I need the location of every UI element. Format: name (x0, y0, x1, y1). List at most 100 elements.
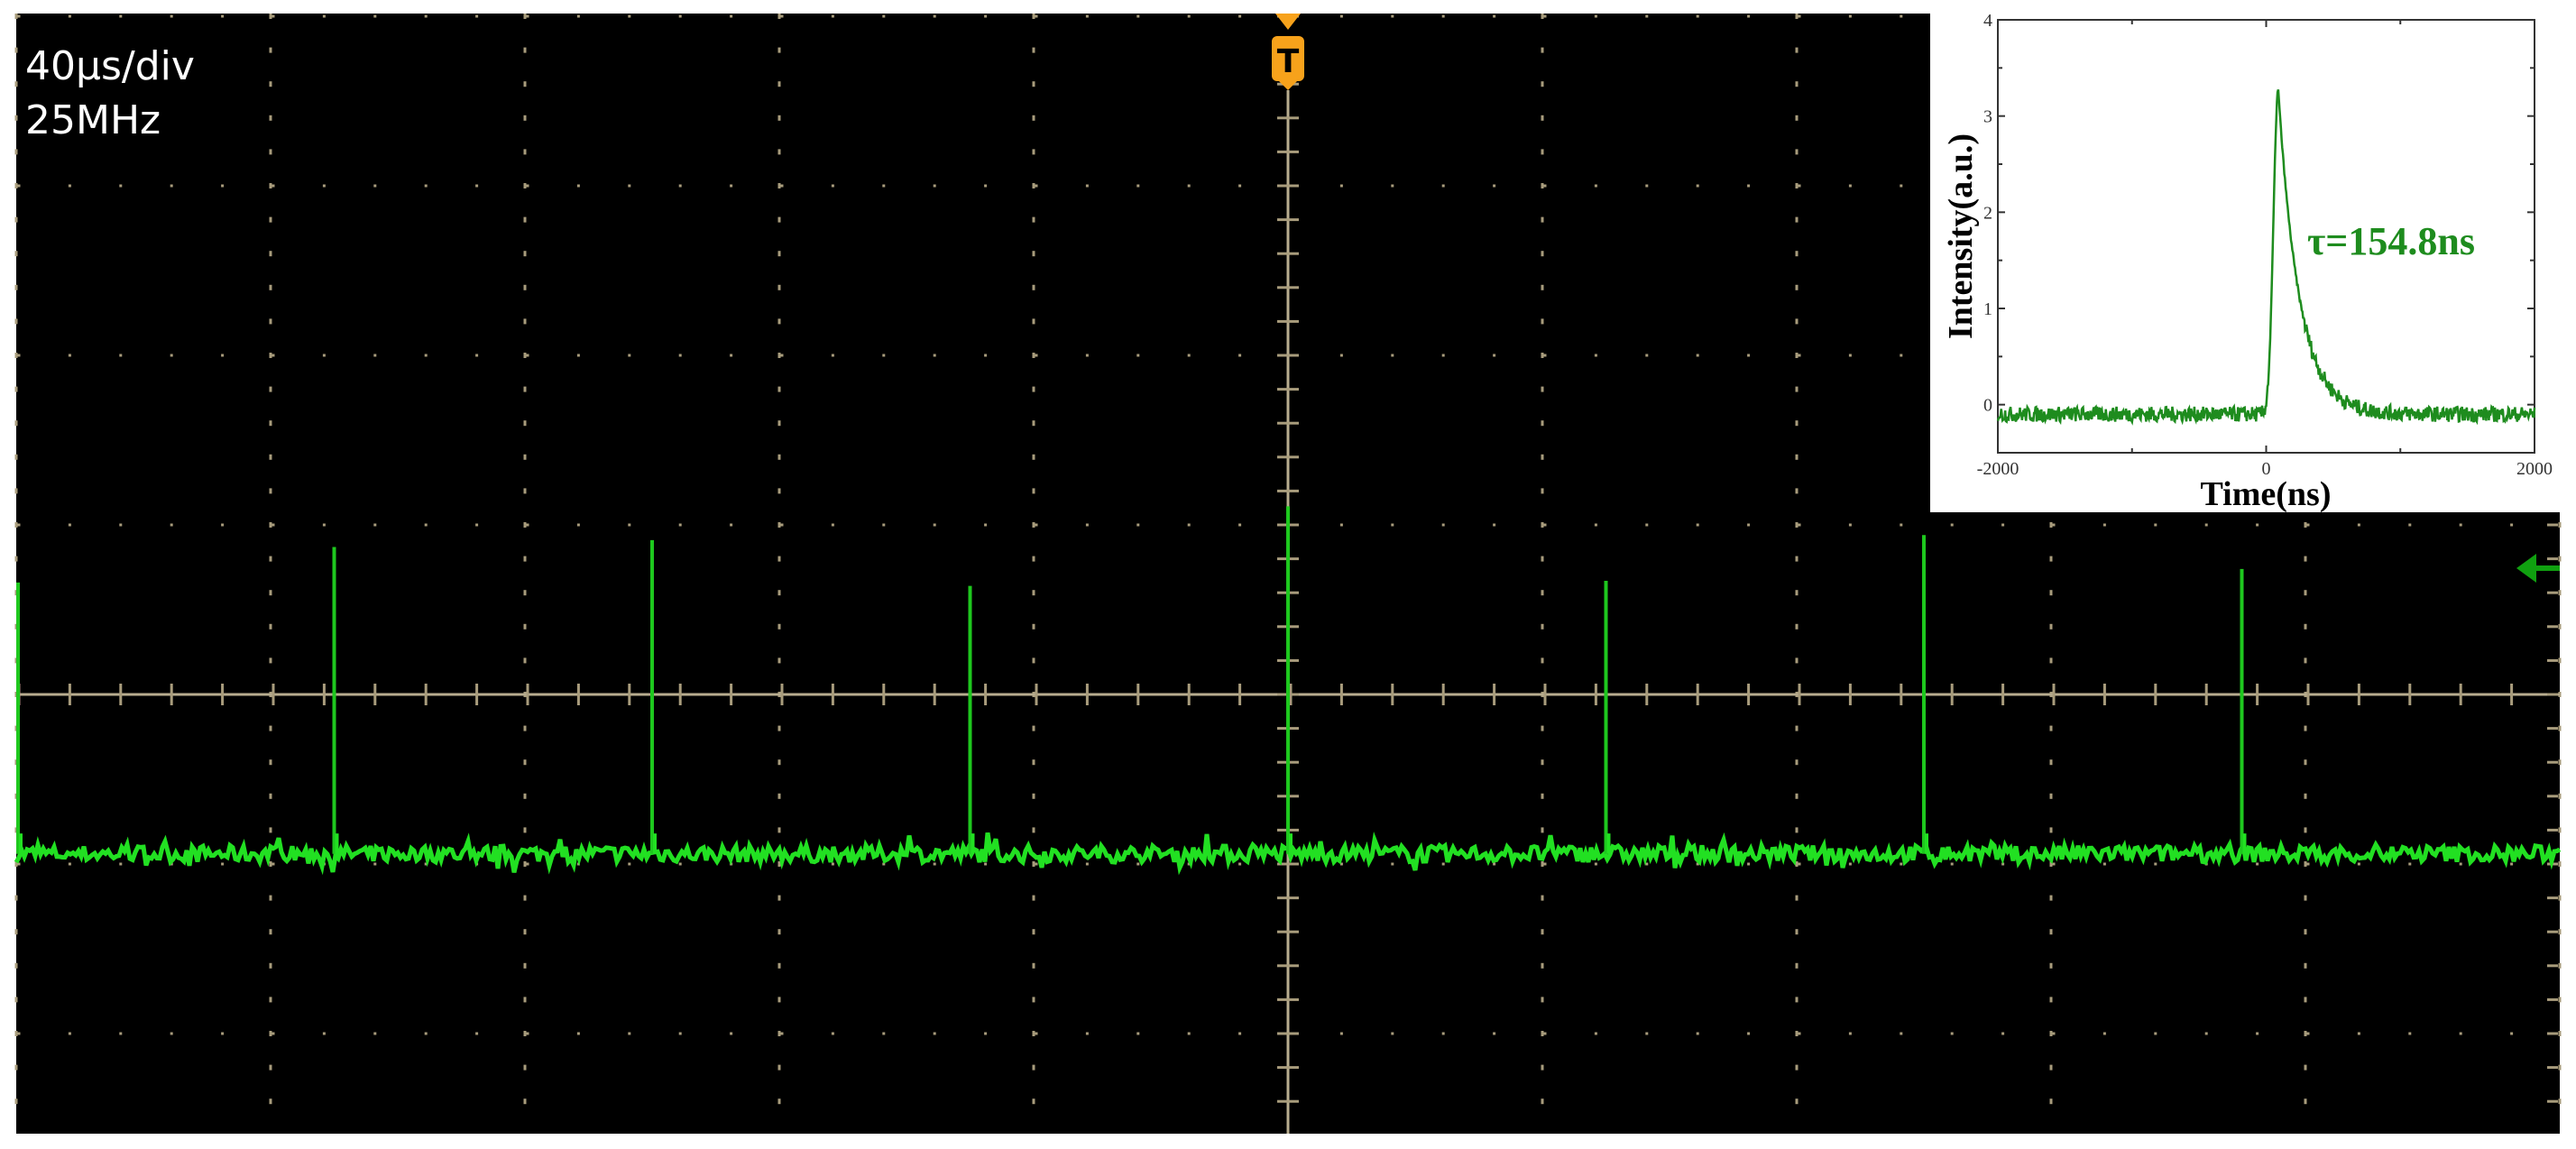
grid-dot (523, 318, 527, 325)
grid-dot (2304, 1098, 2307, 1105)
grid-dot (269, 590, 272, 596)
grid-dot (1032, 284, 1035, 290)
grid-dot (523, 386, 527, 392)
grid-dot (322, 523, 326, 527)
grid-dot (68, 14, 71, 18)
grid-dot (1032, 827, 1035, 833)
grid-dot (1035, 354, 1038, 357)
axis-tick (1187, 684, 1191, 705)
grid-dot (1795, 556, 1799, 562)
grid-dot (1391, 523, 1394, 527)
grid-dot (1795, 929, 1799, 935)
grid-dot (523, 522, 527, 528)
grid-dot (2304, 725, 2307, 731)
grid-dot (1848, 862, 1852, 866)
grid-dot (2052, 523, 2056, 527)
grid-dot (780, 14, 784, 18)
grid-dot (831, 862, 834, 866)
grid-dot (984, 1032, 988, 1035)
grid-dot (14, 556, 18, 562)
grid-dot (424, 354, 428, 357)
grid-dot (269, 149, 272, 155)
grid-dot (1543, 14, 1547, 18)
grid-dot (1541, 759, 1544, 766)
grid-dot (576, 354, 580, 357)
grid-dot (1795, 353, 1799, 358)
trigger-letter: T (1277, 43, 1300, 80)
grid-dot (14, 1031, 18, 1036)
grid-dot (1543, 184, 1547, 188)
grid-dot (373, 184, 377, 188)
grid-dot (2049, 725, 2053, 731)
grid-dot (1032, 183, 1035, 188)
grid-dot (14, 488, 18, 494)
grid-dot (1848, 523, 1852, 527)
grid-dot (17, 184, 21, 188)
grid-dot (68, 862, 71, 866)
grid-dot (1795, 590, 1799, 596)
grid-dot (1541, 14, 1544, 19)
grid-dot (1798, 354, 1801, 357)
grid-dot (475, 354, 479, 357)
grid-dot (2049, 997, 2053, 1003)
grid-dot (269, 962, 272, 969)
grid-dot (1187, 1032, 1191, 1035)
grid-dot (1391, 354, 1394, 357)
grid-dot (526, 354, 529, 357)
axis-tick (1441, 684, 1445, 705)
grid-dot (777, 386, 781, 392)
grid-dot (2304, 962, 2307, 969)
grid-dot (2052, 862, 2056, 866)
grid-dot (1085, 862, 1089, 866)
inset-y-axis-label: Intensity(a.u.) (1942, 133, 1980, 339)
axis-tick (2510, 684, 2514, 705)
grid-dot (1848, 14, 1852, 18)
grid-dot (2459, 523, 2462, 527)
grid-dot (1795, 793, 1799, 799)
grid-dot (1032, 318, 1035, 325)
grid-dot (1798, 184, 1801, 188)
grid-dot (1950, 862, 1954, 866)
grid-dot (1441, 862, 1445, 866)
grid-dot (2510, 862, 2514, 866)
grid-dot (14, 284, 18, 290)
axis-tick (2459, 684, 2462, 705)
grid-dot (576, 523, 580, 527)
grid-dot (1795, 216, 1799, 223)
grid-dot (1543, 862, 1547, 866)
grid-dot (2558, 929, 2562, 935)
grid-dot (1747, 1032, 1751, 1035)
grid-dot (1441, 354, 1445, 357)
grid-dot (269, 827, 272, 833)
grid-dot (1032, 115, 1035, 121)
grid-dot (1032, 216, 1035, 223)
figure: T 40µs/div 25MHz 01234-2000 0 2000 Time(ns… (14, 0, 2562, 1134)
grid-dot (2256, 523, 2259, 527)
grid-dot (2357, 523, 2360, 527)
grid-dot (777, 590, 781, 596)
edge-tick (2547, 727, 2558, 731)
grid-dot (269, 929, 272, 935)
grid-dot (1032, 623, 1035, 630)
grid-dot (2049, 929, 2053, 935)
grid-dot (933, 14, 936, 18)
grid-dot (777, 216, 781, 223)
grid-dot (2306, 523, 2310, 527)
grid-dot (424, 1032, 428, 1035)
grid-dot (777, 115, 781, 121)
grid-dot (475, 14, 479, 18)
grid-dot (933, 1032, 936, 1035)
axis-tick (271, 684, 275, 705)
grid-dot (2154, 1032, 2157, 1035)
grid-dot (373, 862, 377, 866)
grid-dot (1441, 523, 1445, 527)
grid-dot (1747, 14, 1751, 18)
grid-dot (523, 590, 527, 596)
grid-dot (271, 862, 275, 866)
grid-dot (777, 793, 781, 799)
grid-dot (882, 184, 886, 188)
axis-tick (1277, 964, 1299, 968)
grid-dot (14, 454, 18, 460)
grid-dot (1645, 14, 1649, 18)
grid-dot (1032, 488, 1035, 494)
